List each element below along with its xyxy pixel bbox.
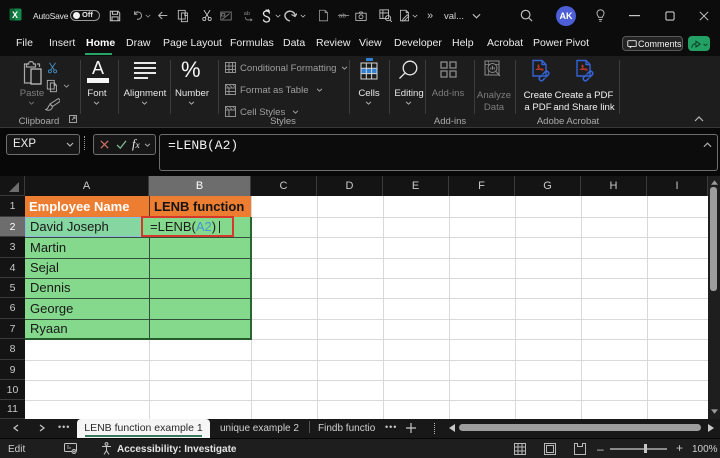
svg-text:ab: ab: [339, 13, 347, 20]
svg-text:X: X: [12, 10, 18, 20]
svg-text:ab: ab: [244, 11, 250, 17]
